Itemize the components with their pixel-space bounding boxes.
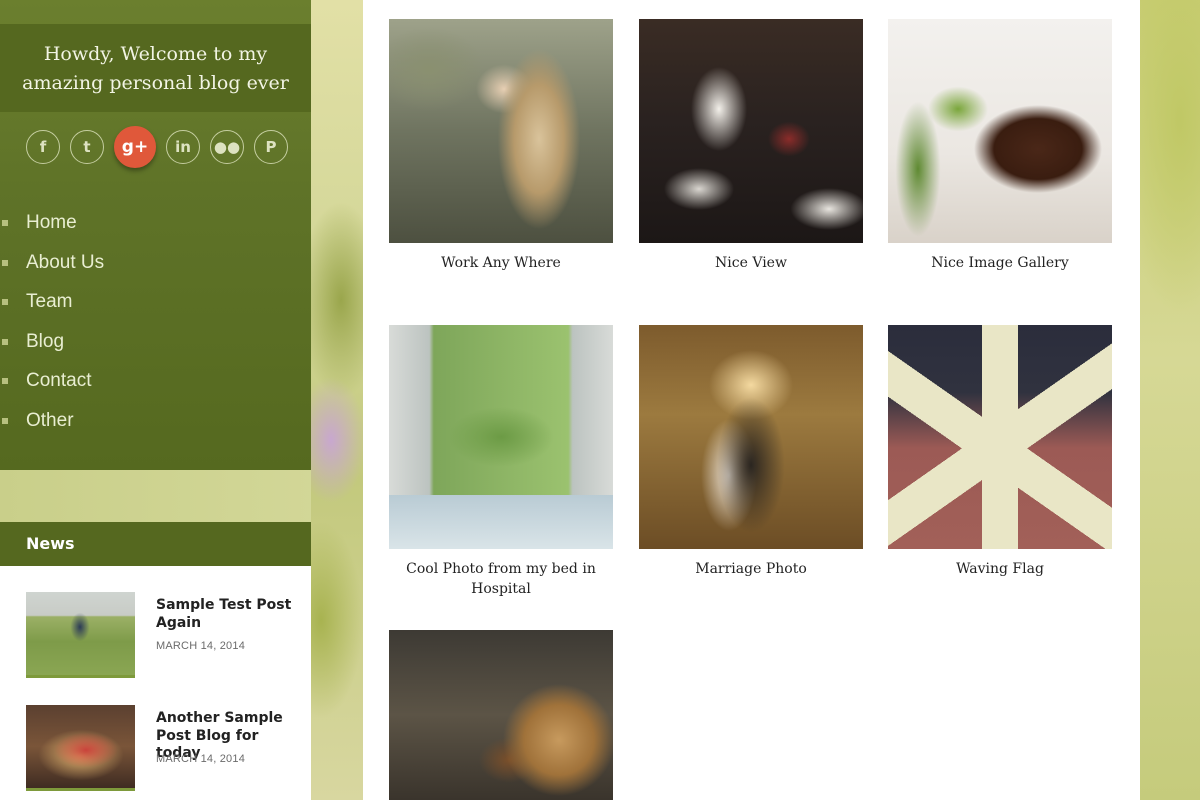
news-title[interactable]: Sample Test Post Again <box>156 597 296 632</box>
gallery-caption[interactable]: Nice View <box>639 253 863 273</box>
gallery-image[interactable] <box>389 325 613 549</box>
sidebar-panel: Howdy, Welcome to my amazing personal bl… <box>0 0 311 470</box>
gallery-item[interactable]: Work Any Where <box>389 19 613 273</box>
gallery-image[interactable] <box>888 19 1112 243</box>
gallery-caption[interactable]: Cool Photo from my bed in Hospital <box>389 559 613 599</box>
gallery-image[interactable] <box>888 325 1112 549</box>
google-plus-icon[interactable]: g+ <box>114 126 156 168</box>
nav-item-blog[interactable]: Blog <box>0 326 104 366</box>
news-header: News <box>0 522 311 566</box>
gallery-image[interactable] <box>389 19 613 243</box>
gallery-item[interactable]: Waving Flag <box>888 325 1112 579</box>
welcome-line-1: Howdy, Welcome to my <box>43 43 268 65</box>
nav-item-contact[interactable]: Contact <box>0 365 104 405</box>
gallery-caption[interactable]: Waving Flag <box>888 559 1112 579</box>
twitter-icon[interactable]: t <box>70 130 104 164</box>
background-blur-left <box>311 0 363 800</box>
gallery-caption[interactable]: Marriage Photo <box>639 559 863 579</box>
gallery-image[interactable] <box>389 630 613 800</box>
nav-item-team[interactable]: Team <box>0 286 104 326</box>
social-links: f t g+ in ●● P <box>26 126 288 168</box>
news-item[interactable]: Another Sample Post Blog for today MARCH… <box>26 705 296 795</box>
welcome-line-2: amazing personal blog ever <box>22 72 289 94</box>
main-nav: Home About Us Team Blog Contact Other <box>0 207 104 444</box>
gallery-item[interactable]: Marriage Photo <box>639 325 863 579</box>
news-date: MARCH 14, 2014 <box>156 640 246 652</box>
background-blur-right <box>1140 0 1200 800</box>
news-thumbnail[interactable] <box>26 592 135 678</box>
gallery-caption[interactable]: Nice Image Gallery <box>888 253 1112 273</box>
gallery: Work Any Where Nice View Nice Image Gall… <box>363 0 1140 800</box>
news-thumbnail[interactable] <box>26 705 135 791</box>
pinterest-icon[interactable]: P <box>254 130 288 164</box>
news-widget: Sample Test Post Again MARCH 14, 2014 An… <box>0 566 311 800</box>
gallery-item[interactable]: Nice View <box>639 19 863 273</box>
news-item[interactable]: Sample Test Post Again MARCH 14, 2014 <box>26 592 296 682</box>
gallery-item[interactable]: Cool Photo from my bed in Hospital <box>389 325 613 599</box>
flickr-icon[interactable]: ●● <box>210 130 244 164</box>
nav-item-other[interactable]: Other <box>0 405 104 445</box>
nav-item-home[interactable]: Home <box>0 207 104 247</box>
news-date: MARCH 14, 2014 <box>156 753 246 765</box>
gallery-caption[interactable]: Work Any Where <box>389 253 613 273</box>
gallery-item[interactable] <box>389 630 613 800</box>
gallery-image[interactable] <box>639 325 863 549</box>
welcome-banner: Howdy, Welcome to my amazing personal bl… <box>0 24 311 112</box>
nav-item-about-us[interactable]: About Us <box>0 247 104 287</box>
gallery-image[interactable] <box>639 19 863 243</box>
sidebar: Howdy, Welcome to my amazing personal bl… <box>0 0 311 800</box>
linkedin-icon[interactable]: in <box>166 130 200 164</box>
facebook-icon[interactable]: f <box>26 130 60 164</box>
gallery-item[interactable]: Nice Image Gallery <box>888 19 1112 273</box>
